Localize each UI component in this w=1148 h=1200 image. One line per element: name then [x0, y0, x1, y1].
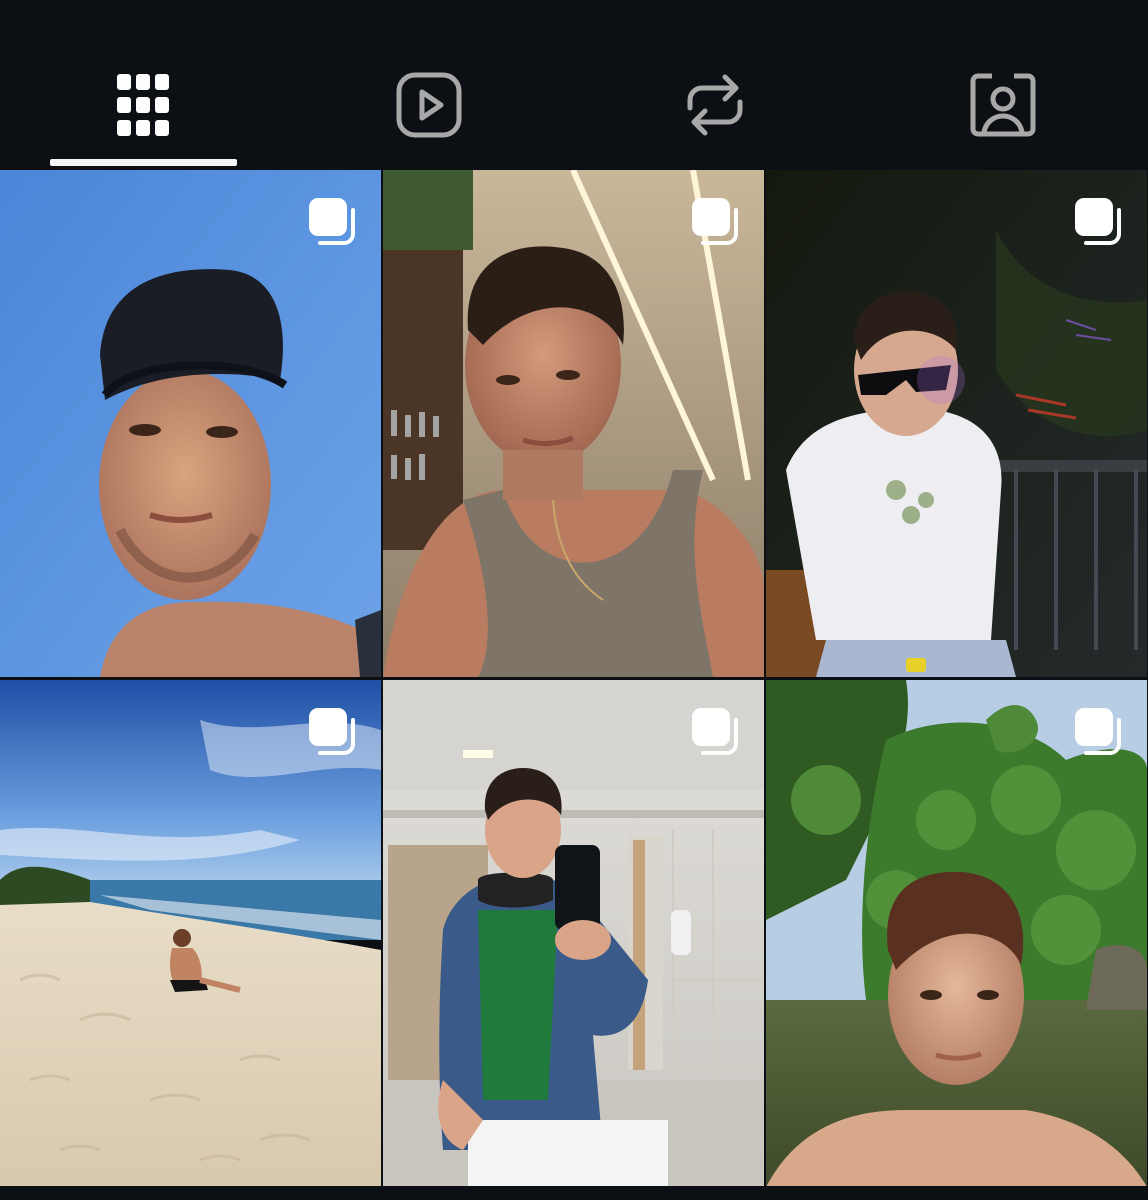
post-tile[interactable]	[383, 680, 764, 1187]
post-tile[interactable]	[383, 170, 764, 677]
posts-grid	[0, 170, 1148, 1200]
carousel-icon	[692, 198, 738, 245]
bottom-edge	[0, 1186, 1148, 1200]
active-tab-indicator	[50, 159, 237, 166]
carousel-icon	[692, 708, 738, 755]
post-tile[interactable]	[766, 680, 1147, 1187]
tab-posts-grid[interactable]	[98, 60, 188, 150]
play-square-icon	[396, 72, 462, 138]
carousel-icon	[309, 708, 355, 755]
carousel-icon	[1075, 708, 1121, 755]
tab-reels[interactable]	[384, 60, 474, 150]
post-tile[interactable]	[0, 680, 381, 1187]
tab-tagged[interactable]	[958, 60, 1048, 150]
grid-icon	[117, 74, 169, 136]
carousel-icon	[309, 198, 355, 245]
tab-reposts[interactable]	[670, 60, 760, 150]
repost-icon	[687, 74, 743, 136]
carousel-icon	[1075, 198, 1121, 245]
profile-tab-bar	[0, 0, 1148, 170]
post-tile[interactable]	[0, 170, 381, 677]
post-tile[interactable]	[766, 170, 1147, 677]
person-tag-icon	[970, 73, 1036, 137]
